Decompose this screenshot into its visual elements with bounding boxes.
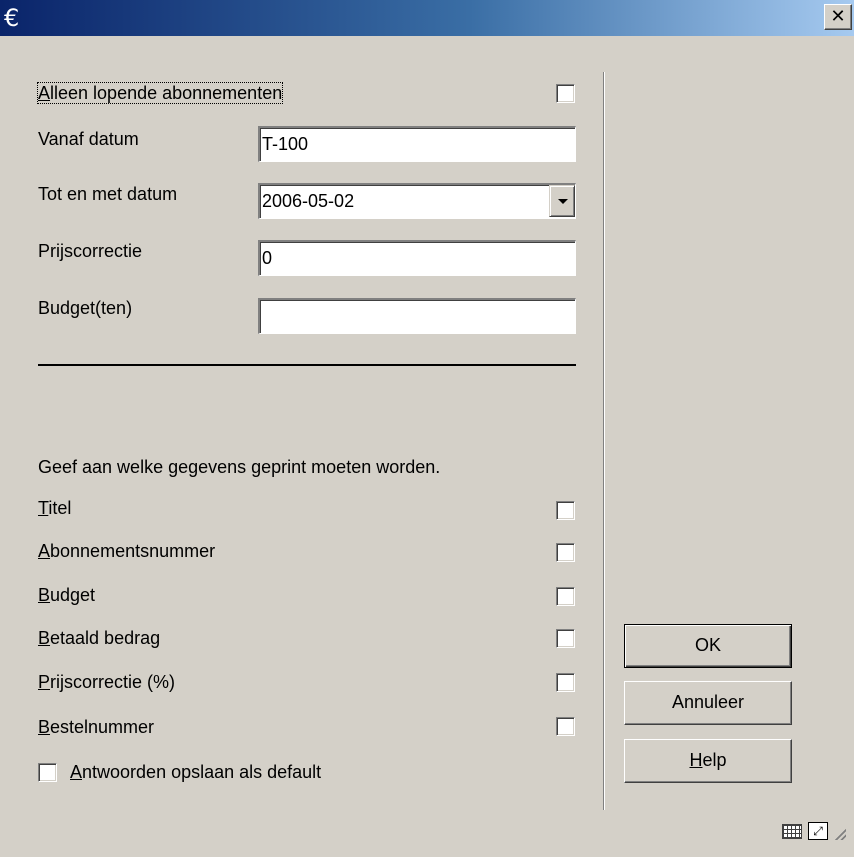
print-option-bestelnummer-checkbox[interactable] (556, 717, 575, 736)
print-option-betaald-bedrag-checkbox[interactable] (556, 629, 575, 648)
keyboard-icon[interactable] (782, 824, 802, 839)
help-button[interactable]: Help (624, 739, 792, 783)
running-only-text: Alleen lopende abonnementen (36, 82, 284, 104)
running-only-mnemonic: A (38, 83, 51, 103)
print-option-abonnementsnummer-label[interactable]: Abonnementsnummer (38, 540, 215, 562)
ok-button[interactable]: OK (624, 624, 792, 668)
print-option-budget-label[interactable]: Budget (38, 584, 95, 606)
print-option-bestelnummer-label[interactable]: Bestelnummer (38, 716, 154, 738)
help-mnemonic: H (689, 750, 703, 770)
budget-rest: udget (50, 585, 96, 605)
dialog-window: € ✕ Alleen lopende abonnementen Vanaf da… (0, 0, 854, 857)
vertical-divider (603, 72, 605, 810)
to-date-dropdown-button[interactable] (549, 185, 575, 217)
abonnementsnummer-rest: bonnementsnummer (50, 541, 216, 561)
prijscorrectie-rest: rijscorrectie (%) (50, 672, 176, 692)
budget-mnemonic: B (38, 585, 51, 605)
print-option-budget-checkbox[interactable] (556, 587, 575, 606)
budgets-label: Budget(ten) (38, 298, 133, 318)
titel-mnemonic: T (38, 498, 49, 518)
section-divider (38, 364, 576, 366)
prijscorrectie-mnemonic: P (38, 672, 51, 692)
euro-icon: € (4, 4, 20, 32)
to-date-select[interactable]: 2006-05-02 (258, 183, 576, 219)
print-option-betaald-bedrag-label[interactable]: Betaald bedrag (38, 627, 160, 649)
bestelnummer-rest: estelnummer (50, 717, 155, 737)
running-only-rest: lleen lopende abonnementen (50, 83, 283, 103)
running-only-label[interactable]: Alleen lopende abonnementen (36, 82, 284, 104)
save-default-mnemonic: A (70, 762, 83, 782)
title-bar[interactable]: € ✕ (0, 0, 854, 36)
price-correction-label: Prijscorrectie (38, 241, 143, 261)
resize-grip-icon[interactable] (832, 826, 846, 840)
save-default-label[interactable]: Antwoorden opslaan als default (70, 761, 321, 783)
running-only-checkbox[interactable] (556, 84, 575, 103)
bestelnummer-mnemonic: B (38, 717, 51, 737)
print-option-titel-label[interactable]: Titel (38, 497, 71, 519)
budgets-input[interactable] (258, 298, 576, 334)
chevron-down-icon (558, 199, 568, 204)
abonnementsnummer-mnemonic: A (38, 541, 51, 561)
close-button[interactable]: ✕ (824, 4, 852, 30)
to-date-value: 2006-05-02 (262, 191, 355, 211)
print-option-titel-checkbox[interactable] (556, 501, 575, 520)
help-rest: elp (702, 750, 727, 770)
cancel-button[interactable]: Annuleer (624, 681, 792, 725)
titel-rest: itel (48, 498, 72, 518)
betaald-bedrag-rest: etaald bedrag (50, 628, 161, 648)
close-icon: ✕ (830, 6, 846, 27)
save-default-rest: ntwoorden opslaan als default (82, 762, 322, 782)
save-default-checkbox[interactable] (38, 763, 57, 782)
print-option-prijscorrectie-label[interactable]: Prijscorrectie (%) (38, 671, 175, 693)
print-heading: Geef aan welke gegevens geprint moeten w… (38, 457, 441, 477)
to-date-label: Tot en met datum (38, 184, 178, 204)
from-date-label: Vanaf datum (38, 129, 139, 149)
print-option-prijscorrectie-checkbox[interactable] (556, 673, 575, 692)
betaald-bedrag-mnemonic: B (38, 628, 51, 648)
price-correction-input[interactable]: 0 (258, 240, 576, 276)
maximize-icon[interactable]: ⤢ (808, 822, 828, 840)
print-option-abonnementsnummer-checkbox[interactable] (556, 543, 575, 562)
from-date-input[interactable]: T-100 (258, 126, 576, 162)
